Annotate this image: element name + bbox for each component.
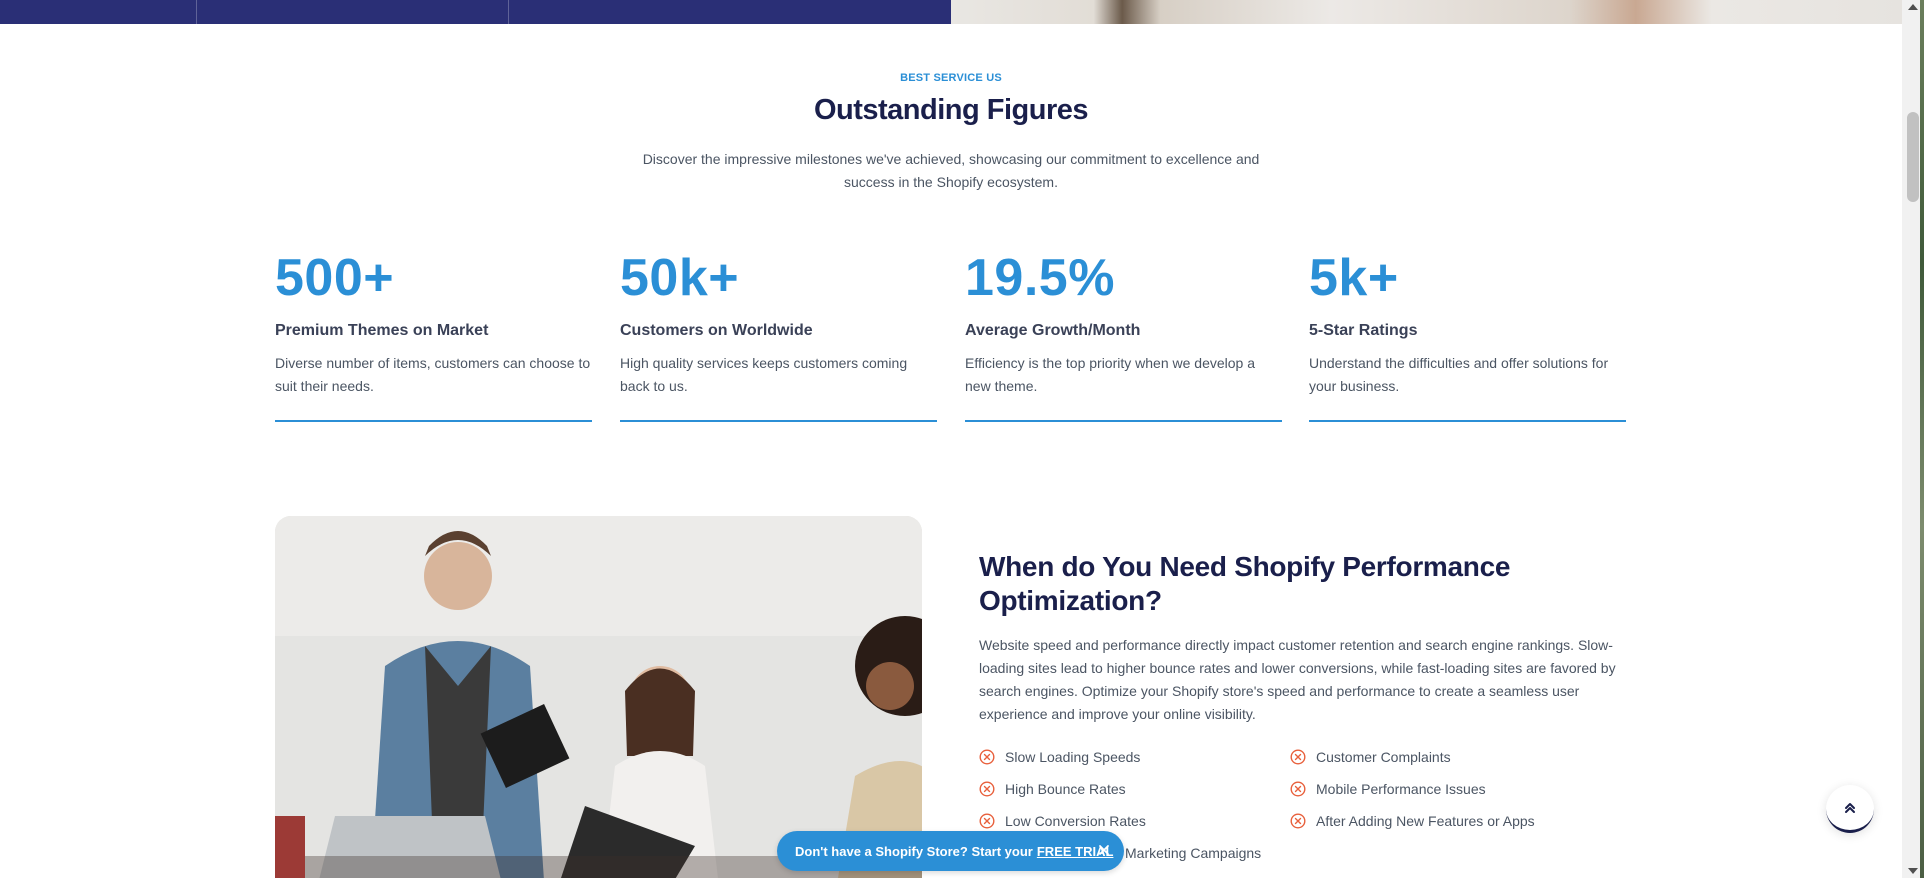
stat-card: 50k+ Customers on Worldwide High quality…	[620, 248, 937, 422]
scroll-down-arrow-icon[interactable]	[1908, 868, 1918, 874]
stat-description: High quality services keeps customers co…	[620, 355, 908, 394]
stat-label: Premium Themes on Market	[275, 322, 489, 339]
stat-value: 5k+	[1309, 249, 1399, 307]
top-banner-strip	[0, 0, 1902, 24]
x-circle-icon	[979, 813, 995, 829]
section-eyebrow: BEST SERVICE US	[900, 72, 1002, 84]
issue-label: Low Conversion Rates	[1005, 813, 1146, 829]
back-to-top-button[interactable]	[1826, 785, 1874, 833]
team-meeting-photo	[275, 516, 922, 878]
issue-item: Low Conversion Rates	[979, 810, 1146, 832]
issue-label: Mobile Performance Issues	[1316, 781, 1486, 797]
close-icon[interactable]	[1096, 842, 1112, 858]
section-description: Discover the impressive milestones we've…	[642, 151, 1260, 190]
issue-item: Mobile Performance Issues	[1290, 778, 1486, 800]
stat-value: 500+	[275, 249, 395, 307]
x-circle-icon	[1290, 749, 1306, 765]
content-body: Website speed and performance directly i…	[979, 637, 1616, 722]
section-title: Outstanding Figures	[813, 94, 1089, 126]
x-circle-icon	[1290, 813, 1306, 829]
issue-label: High Bounce Rates	[1005, 781, 1126, 797]
x-circle-icon	[1290, 781, 1306, 797]
issue-label: Marketing Campaigns	[1125, 845, 1262, 861]
top-photo	[951, 0, 1902, 24]
stat-card: 19.5% Average Growth/Month Efficiency is…	[965, 248, 1282, 422]
stat-label: 5-Star Ratings	[1309, 322, 1418, 339]
top-navy-panel	[0, 0, 951, 24]
window-edge	[1920, 0, 1924, 878]
stat-label: Average Growth/Month	[965, 322, 1141, 339]
free-trial-banner: Don't have a Shopify Store? Start your F…	[777, 831, 1124, 871]
issue-label: After Adding New Features or Apps	[1316, 813, 1535, 829]
issue-label: Slow Loading Speeds	[1005, 749, 1141, 765]
stat-description: Efficiency is the top priority when we d…	[965, 355, 1256, 394]
stat-description: Diverse number of items, customers can c…	[275, 355, 591, 394]
divider	[196, 0, 197, 24]
scroll-up-arrow-icon[interactable]	[1908, 4, 1918, 10]
issue-label: Customer Complaints	[1316, 749, 1451, 765]
x-circle-icon	[979, 749, 995, 765]
stat-value: 19.5%	[965, 249, 1115, 307]
issue-item: Customer Complaints	[1290, 746, 1451, 768]
trial-text: Don't have a Shopify Store? Start your	[795, 843, 1033, 859]
team-meeting-illustration	[275, 516, 922, 878]
divider	[508, 0, 509, 24]
stat-card: 5k+ 5-Star Ratings Understand the diffic…	[1309, 248, 1626, 422]
content-title: When do You Need Shopify Performance Opt…	[979, 551, 1511, 616]
double-chevron-up-icon	[1845, 802, 1855, 813]
issue-item: Marketing Campaigns	[1125, 842, 1261, 864]
stat-description: Understand the difficulties and offer so…	[1309, 355, 1609, 394]
x-circle-icon	[979, 781, 995, 797]
issue-item: High Bounce Rates	[979, 778, 1126, 800]
scrollbar-thumb[interactable]	[1907, 112, 1919, 202]
issue-item: After Adding New Features or Apps	[1290, 810, 1535, 832]
stat-value: 50k+	[620, 249, 740, 307]
stat-label: Customers on Worldwide	[620, 322, 813, 339]
issue-item: Slow Loading Speeds	[979, 746, 1140, 768]
stat-card: 500+ Premium Themes on Market Diverse nu…	[275, 248, 592, 422]
